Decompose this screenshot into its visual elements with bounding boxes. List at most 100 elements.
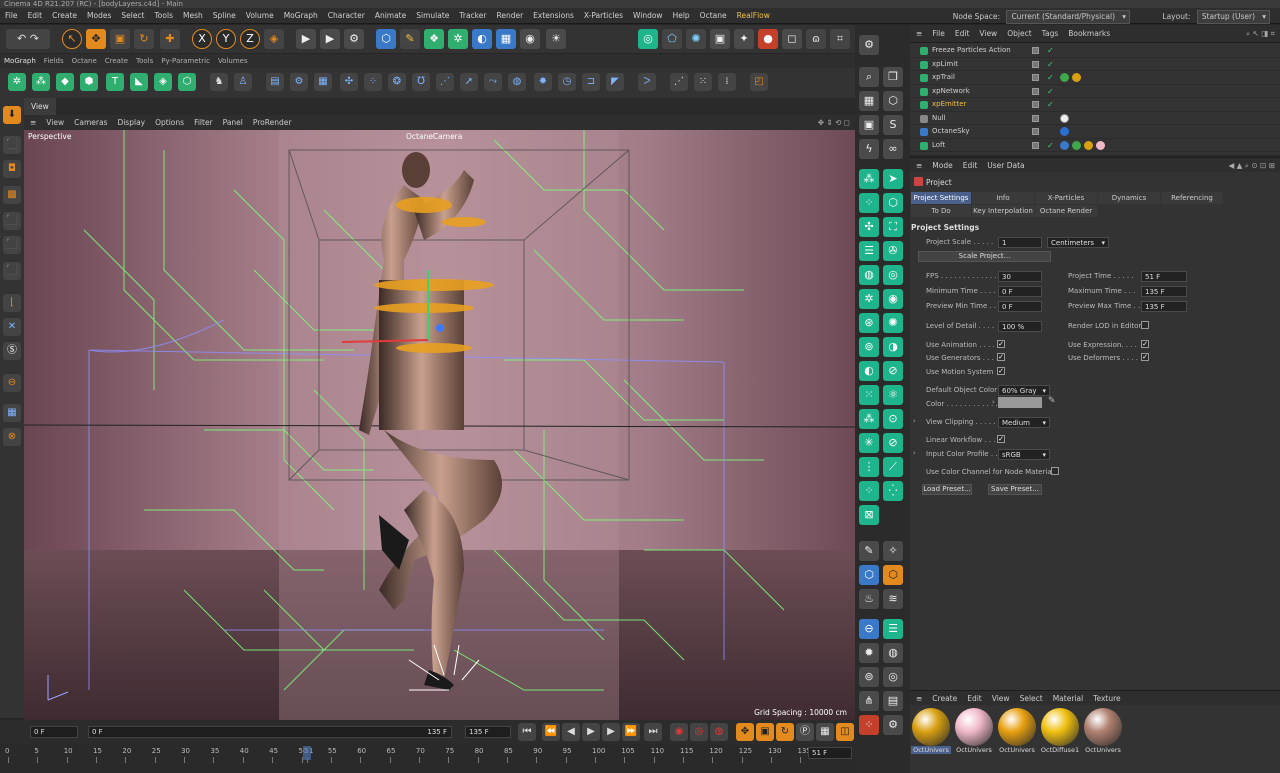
viewport-nav-icons[interactable]: ✥ ⇕ ⟲ ◻ bbox=[813, 115, 855, 130]
tweak-icon[interactable]: ✕ bbox=[3, 318, 21, 336]
enabled-check-icon[interactable]: ✓ bbox=[1047, 58, 1054, 71]
use-animation-checkbox[interactable]: ✓ bbox=[997, 340, 1005, 348]
node-space-select[interactable]: Current (Standard/Physical) bbox=[1006, 10, 1130, 24]
eyedropper-icon[interactable]: ✎ bbox=[1048, 396, 1056, 406]
viewport-menu-view[interactable]: View bbox=[41, 115, 69, 130]
tab-key-interpolation[interactable]: Key Interpolation bbox=[972, 205, 1034, 217]
xp-scale-icon[interactable]: ⁙ bbox=[859, 385, 879, 405]
octane-spline-icon[interactable]: ɷ bbox=[806, 29, 826, 49]
mat-menu-material[interactable]: Material bbox=[1048, 691, 1088, 706]
tab-create[interactable]: Create bbox=[101, 54, 132, 68]
array-icon[interactable]: ⋰ bbox=[670, 73, 688, 91]
step-back-icon[interactable]: ◀ bbox=[562, 723, 580, 741]
visibility-toggle[interactable] bbox=[1032, 60, 1039, 68]
tab-octane[interactable]: Octane bbox=[68, 54, 101, 68]
python-icon[interactable]: ᐳ bbox=[638, 73, 656, 91]
grid-array-icon[interactable]: ⁞ bbox=[718, 73, 736, 91]
xp-flock-icon[interactable]: ✺ bbox=[883, 313, 903, 333]
rotate-icon[interactable]: ↻ bbox=[134, 29, 154, 49]
tracer-icon[interactable]: ◣ bbox=[130, 73, 148, 91]
visibility-toggle[interactable] bbox=[1032, 101, 1039, 108]
scale-project-button[interactable]: Scale Project... bbox=[918, 251, 1051, 262]
enabled-check-icon[interactable]: ✓ bbox=[1047, 44, 1054, 57]
infinity-icon[interactable]: ∞ bbox=[883, 139, 903, 159]
mat-menu-texture[interactable]: Texture bbox=[1088, 691, 1125, 706]
attr-menu-edit[interactable]: Edit bbox=[958, 158, 983, 173]
search-icon[interactable]: ⌕ bbox=[859, 67, 879, 87]
undo-redo-icon[interactable]: ↶ ↷ bbox=[6, 29, 50, 49]
material-item[interactable]: OctUnivers bbox=[954, 708, 994, 760]
om-menu-view[interactable]: View bbox=[974, 25, 1002, 43]
autokey-icon[interactable]: ◎ bbox=[690, 723, 708, 741]
object-row[interactable]: xpLimit ✓ bbox=[910, 58, 1280, 71]
attr-nav-icons[interactable]: ◀ ▲ ⌕ ⊙ ⊡ ⊞ bbox=[1223, 158, 1280, 173]
snap-icon[interactable]: Ⓢ bbox=[3, 342, 21, 360]
object-row[interactable]: Freeze Particles Action ✓ bbox=[910, 44, 1280, 58]
lock-icon[interactable]: ⊗ bbox=[3, 428, 21, 446]
tab-tools[interactable]: Tools bbox=[132, 54, 157, 68]
current-frame-field[interactable]: 0 F bbox=[30, 726, 78, 738]
object-row[interactable]: Loft ✓ bbox=[910, 139, 1280, 152]
move-icon[interactable]: ✥ bbox=[86, 29, 106, 49]
menu-mesh[interactable]: Mesh bbox=[178, 8, 208, 24]
record-active-icon[interactable]: ◉ bbox=[670, 723, 688, 741]
material-item[interactable]: OctUnivers bbox=[911, 708, 951, 760]
project-time-input[interactable]: 51 F bbox=[1141, 271, 1187, 282]
octane-vdb-icon[interactable]: ◻ bbox=[782, 29, 802, 49]
menu-help[interactable]: Help bbox=[668, 8, 695, 24]
octane-dots-icon[interactable]: ⁘ bbox=[859, 715, 879, 735]
checker-icon[interactable]: ▩ bbox=[3, 186, 21, 204]
octane-scatter-icon[interactable]: ✧ bbox=[883, 541, 903, 561]
xp-fluid-icon[interactable]: ⊠ bbox=[859, 505, 879, 525]
material-hamburger-icon[interactable]: ≡ bbox=[910, 691, 927, 706]
xp-cache-icon[interactable]: ⬡ bbox=[883, 193, 903, 213]
live-selection-icon[interactable]: ↖ bbox=[62, 29, 82, 49]
object-row[interactable]: xpEmitter ✓ bbox=[910, 98, 1280, 112]
menu-spline[interactable]: Spline bbox=[208, 8, 241, 24]
visibility-toggle[interactable] bbox=[1032, 114, 1039, 122]
xp-attractor-icon[interactable]: ◎ bbox=[883, 265, 903, 285]
xp-emitter-icon[interactable]: ➤ bbox=[883, 169, 903, 189]
effector-reeffector-icon[interactable]: ⊐ bbox=[582, 73, 600, 91]
scale-icon[interactable]: ▣ bbox=[110, 29, 130, 49]
grid-icon[interactable]: ▦ bbox=[3, 404, 21, 422]
octane-gear-icon[interactable]: ⚙ bbox=[883, 715, 903, 735]
key-position-icon[interactable]: ✥ bbox=[736, 723, 754, 741]
model-mode-icon[interactable]: ⬇ bbox=[3, 106, 21, 124]
octane-sky-icon[interactable]: ✺ bbox=[686, 29, 706, 49]
effector-time-icon[interactable]: ⤳ bbox=[484, 73, 502, 91]
go-to-end-icon[interactable]: ⏭ bbox=[644, 723, 662, 741]
menu-x-particles[interactable]: X-Particles bbox=[579, 8, 628, 24]
viewport-menu-panel[interactable]: Panel bbox=[218, 115, 248, 130]
mat-menu-edit[interactable]: Edit bbox=[962, 691, 987, 706]
cube-icon[interactable]: ⬡ bbox=[376, 29, 396, 49]
lod-input[interactable]: 100 % bbox=[998, 321, 1042, 332]
xp-question-icon[interactable]: ☰ bbox=[859, 241, 879, 261]
frame-range-slider[interactable]: 0 F 135 F bbox=[88, 726, 452, 738]
menu-select[interactable]: Select bbox=[116, 8, 149, 24]
tab-octane-render[interactable]: Octane Render bbox=[1035, 205, 1097, 217]
enabled-check-icon[interactable]: ✓ bbox=[1047, 98, 1054, 111]
layout-select[interactable]: Startup (User) bbox=[1196, 10, 1270, 24]
material-item[interactable]: OctDiffuse1 bbox=[1040, 708, 1080, 760]
previous-key-icon[interactable]: ⏪ bbox=[542, 723, 560, 741]
attr-hamburger-icon[interactable]: ≡ bbox=[910, 158, 927, 173]
moextrude-icon[interactable]: ⬡ bbox=[178, 73, 196, 91]
use-deformers-checkbox[interactable]: ✓ bbox=[1141, 353, 1149, 361]
mospline-icon[interactable]: ◈ bbox=[154, 73, 172, 91]
key-rotation-icon[interactable]: ↻ bbox=[776, 723, 794, 741]
use-expression-checkbox[interactable]: ✓ bbox=[1141, 340, 1149, 348]
camera-icon[interactable]: ◉ bbox=[520, 29, 540, 49]
om-menu-tags[interactable]: Tags bbox=[1037, 25, 1064, 43]
lod-icon[interactable]: ◰ bbox=[750, 73, 768, 91]
preview-max-input[interactable]: 135 F bbox=[1141, 301, 1187, 312]
tab-referencing[interactable]: Referencing bbox=[1161, 192, 1223, 204]
timeline-ruler[interactable]: 0510152025303540455051556065707580859095… bbox=[0, 744, 855, 773]
voronoi-icon[interactable]: ⬢ bbox=[80, 73, 98, 91]
octane-tex-icon[interactable]: ▣ bbox=[710, 29, 730, 49]
tag-icon[interactable] bbox=[1084, 140, 1093, 150]
tags-icon[interactable]: ❒ bbox=[883, 67, 903, 87]
menu-modes[interactable]: Modes bbox=[82, 8, 116, 24]
tag-icon[interactable] bbox=[1060, 140, 1069, 150]
effector-spline-icon[interactable]: ℧ bbox=[412, 73, 430, 91]
